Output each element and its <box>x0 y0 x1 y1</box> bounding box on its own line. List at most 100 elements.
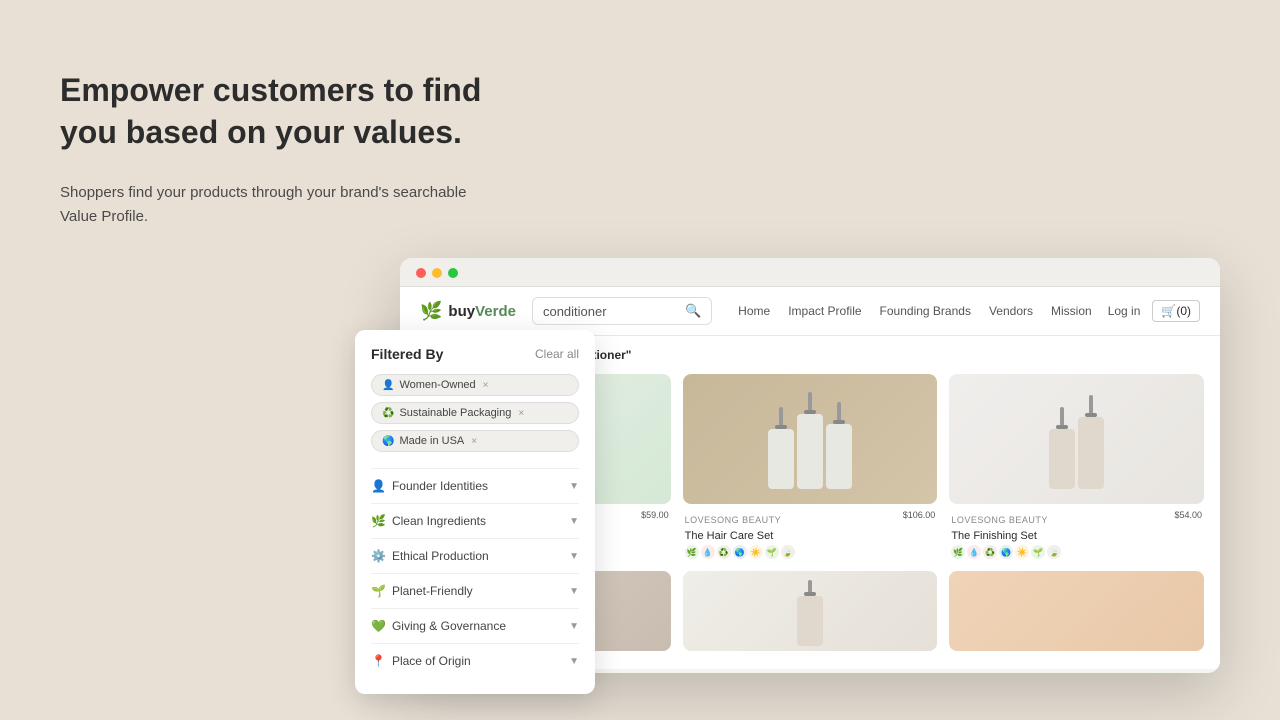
filter-section-origin-row[interactable]: 📍 Place of Origin ▼ <box>371 654 579 668</box>
product-meta-3: LOVESONG BEAUTY $54.00 The Finishing Set… <box>949 510 1204 559</box>
filter-section-planet-row[interactable]: 🌱 Planet-Friendly ▼ <box>371 584 579 598</box>
icon-globe-2: 🌎 <box>733 545 747 559</box>
filter-tags: 👤 Women-Owned × ♻️ Sustainable Packaging… <box>371 374 579 452</box>
clear-all-button[interactable]: Clear all <box>535 347 579 361</box>
search-icon[interactable]: 🔍 <box>685 303 701 319</box>
bottle-6 <box>1049 407 1075 489</box>
filter-clean-label: 🌿 Clean Ingredients <box>371 514 486 528</box>
filter-overlay-header: Filtered By Clear all <box>371 346 579 362</box>
product-image-2 <box>683 374 938 504</box>
bottle-pump-6 <box>1060 407 1064 427</box>
sub-text: Shoppers find your products through your… <box>60 181 500 229</box>
product-name-2: The Hair Care Set <box>685 530 936 542</box>
bottle-3 <box>768 407 794 489</box>
nav-vendors[interactable]: Vendors <box>989 304 1033 318</box>
women-owned-icon: 👤 <box>382 380 394 391</box>
nav-home[interactable]: Home <box>738 304 770 318</box>
filter-by-label: Filtered By <box>371 346 443 362</box>
product-meta-2: LOVESONG BEAUTY $106.00 The Hair Care Se… <box>683 510 938 559</box>
clean-chevron-icon: ▼ <box>569 516 579 527</box>
icon-sun-3: ☀️ <box>1015 545 1029 559</box>
search-input[interactable] <box>543 304 679 319</box>
bottle-body-7 <box>1078 417 1104 489</box>
bottle-body-4 <box>797 414 823 489</box>
filter-section-founder: 👤 Founder Identities ▼ <box>371 468 579 503</box>
filter-giving-label: 💚 Giving & Governance <box>371 619 506 633</box>
filter-planet-label: 🌱 Planet-Friendly <box>371 584 473 598</box>
filter-section-origin: 📍 Place of Origin ▼ <box>371 643 579 678</box>
price-2: $106.00 <box>903 510 936 520</box>
filter-section-planet: 🌱 Planet-Friendly ▼ <box>371 573 579 608</box>
nav-links: Home Impact Profile Founding Brands Vend… <box>738 304 1092 318</box>
nav-founding-brands[interactable]: Founding Brands <box>880 304 971 318</box>
bottle-4 <box>797 392 823 489</box>
login-link[interactable]: Log in <box>1108 304 1141 318</box>
women-owned-remove[interactable]: × <box>483 380 489 391</box>
bottle-body-3 <box>768 429 794 489</box>
filter-tag-made-in-usa[interactable]: 🌎 Made in USA × <box>371 430 579 452</box>
brand-name-3: LOVESONG BEAUTY <box>951 515 1048 525</box>
clean-icon: 🌿 <box>371 514 386 528</box>
ethical-icon: ⚙️ <box>371 549 386 563</box>
founder-icon: 👤 <box>371 479 386 493</box>
logo-text: buyVerde <box>448 303 516 320</box>
filter-section-giving-row[interactable]: 💚 Giving & Governance ▼ <box>371 619 579 633</box>
product-image-3 <box>949 374 1204 504</box>
icon-plant-3: 🌱 <box>1031 545 1045 559</box>
icon-globe-3: 🌎 <box>999 545 1013 559</box>
browser-dots <box>416 268 1204 278</box>
logo-leaf-icon: 🌿 <box>420 301 442 322</box>
price-3: $54.00 <box>1174 510 1202 520</box>
bottle-pump-4 <box>808 392 812 412</box>
bottle-body-6 <box>1049 429 1075 489</box>
bottle-body-5 <box>826 424 852 489</box>
icon-extra-3: 🍃 <box>1047 545 1061 559</box>
product-card-5 <box>683 571 938 651</box>
product-icons-3: 🌿 💧 ♻️ 🌎 ☀️ 🌱 🍃 <box>951 545 1202 559</box>
bottle-10 <box>797 580 823 646</box>
origin-chevron-icon: ▼ <box>569 656 579 667</box>
bottle-pump-5 <box>837 402 841 422</box>
filter-section-giving: 💚 Giving & Governance ▼ <box>371 608 579 643</box>
icon-recycle-2: ♻️ <box>717 545 731 559</box>
sustainable-label: Sustainable Packaging <box>399 407 511 419</box>
ethical-chevron-icon: ▼ <box>569 551 579 562</box>
filter-founder-label: 👤 Founder Identities <box>371 479 488 493</box>
bottle-pump-7 <box>1089 395 1093 415</box>
bottle-group-5 <box>797 576 823 646</box>
filter-tag-sustainable[interactable]: ♻️ Sustainable Packaging × <box>371 402 579 424</box>
search-bar[interactable]: 🔍 <box>532 297 712 325</box>
nav-impact-profile[interactable]: Impact Profile <box>788 304 861 318</box>
icon-drop-2: 💧 <box>701 545 715 559</box>
filter-ethical-label: ⚙️ Ethical Production <box>371 549 489 563</box>
nav-mission[interactable]: Mission <box>1051 304 1092 318</box>
cart-button[interactable]: 🛒(0) <box>1152 300 1200 322</box>
nav-actions: Log in 🛒(0) <box>1108 300 1200 322</box>
planet-icon: 🌱 <box>371 584 386 598</box>
icon-plant-2: 🌱 <box>765 545 779 559</box>
made-in-usa-remove[interactable]: × <box>471 436 477 447</box>
sustainable-remove[interactable]: × <box>518 408 524 419</box>
dot-green-dot <box>448 268 458 278</box>
bottle-pump-3 <box>779 407 783 427</box>
product-icons-2: 🌿 💧 ♻️ 🌎 ☀️ 🌱 🍃 <box>685 545 936 559</box>
dot-red <box>416 268 426 278</box>
filter-tag-women-owned[interactable]: 👤 Women-Owned × <box>371 374 579 396</box>
icon-recycle-3: ♻️ <box>983 545 997 559</box>
made-in-usa-icon: 🌎 <box>382 436 394 447</box>
product-card-3: LOVESONG BEAUTY $54.00 The Finishing Set… <box>949 374 1204 559</box>
filter-section-clean-row[interactable]: 🌿 Clean Ingredients ▼ <box>371 514 579 528</box>
icon-extra-2: 🍃 <box>781 545 795 559</box>
product-card-6 <box>949 571 1204 651</box>
women-owned-label: Women-Owned <box>399 379 475 391</box>
filter-section-founder-row[interactable]: 👤 Founder Identities ▼ <box>371 479 579 493</box>
icon-leaf-2: 🌿 <box>685 545 699 559</box>
filter-section-ethical-row[interactable]: ⚙️ Ethical Production ▼ <box>371 549 579 563</box>
giving-chevron-icon: ▼ <box>569 621 579 632</box>
product-card-2: LOVESONG BEAUTY $106.00 The Hair Care Se… <box>683 374 938 559</box>
planet-chevron-icon: ▼ <box>569 586 579 597</box>
bottle-5 <box>826 402 852 489</box>
logo-area: 🌿 buyVerde <box>420 301 516 322</box>
bottle-group-2 <box>768 389 852 489</box>
bottle-group-3 <box>1049 389 1104 489</box>
